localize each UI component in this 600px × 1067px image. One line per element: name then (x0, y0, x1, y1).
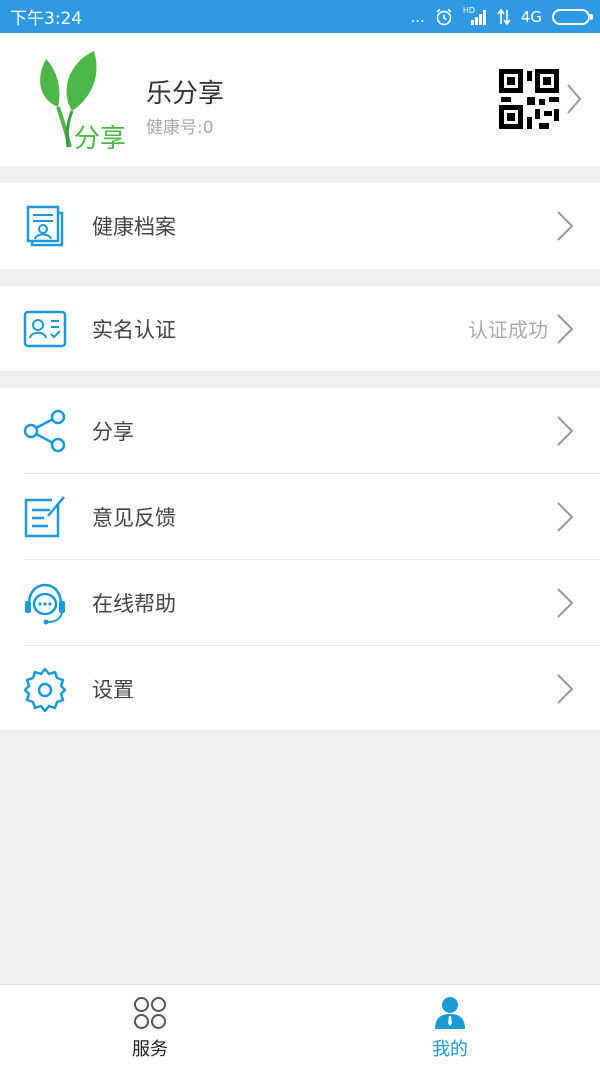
menu-item-health-records[interactable]: 健康档案 (0, 183, 600, 269)
menu-item-settings[interactable]: 设置 (0, 646, 600, 732)
menu-item-real-name[interactable]: 实名认证 认证成功 (0, 286, 600, 371)
online-help-label: 在线帮助 (92, 592, 176, 616)
signal-hd-icon: HD (463, 6, 487, 26)
status-bar: 下午3:24 ... HD 4G (0, 0, 600, 33)
real-name-status: 认证成功 (468, 318, 548, 342)
customer-service-icon (25, 583, 65, 625)
tab-mine[interactable]: 我的 (300, 985, 600, 1067)
feedback-label: 意见反馈 (92, 506, 176, 530)
bottom-tab-bar: 服务 我的 (0, 984, 600, 1067)
qr-code-icon[interactable] (499, 69, 559, 129)
network-type: 4G (520, 7, 542, 26)
menu-item-feedback[interactable]: 意见反馈 (0, 474, 600, 560)
health-records-icon (26, 205, 64, 247)
share-label: 分享 (92, 420, 134, 444)
tab-mine-label: 我的 (432, 1039, 468, 1060)
chevron-right-icon (557, 588, 574, 618)
id-card-icon (23, 310, 67, 348)
group-real-name: 实名认证 认证成功 (0, 286, 600, 371)
real-name-label: 实名认证 (92, 317, 176, 342)
chevron-right-icon (557, 674, 574, 704)
menu-item-share[interactable]: 分享 (0, 388, 600, 474)
services-grid-icon (134, 997, 166, 1029)
profile-chevron-icon (567, 84, 582, 114)
menu-item-online-help[interactable]: 在线帮助 (0, 560, 600, 646)
chevron-right-icon (557, 313, 574, 344)
group-general: 分享 意见反馈 在线帮助 设置 (0, 388, 600, 730)
chevron-right-icon (557, 416, 574, 446)
tab-services[interactable]: 服务 (0, 985, 300, 1067)
tab-services-label: 服务 (132, 1039, 168, 1060)
group-health-records: 健康档案 (0, 183, 600, 269)
status-indicators: ... HD 4G (410, 6, 593, 26)
feedback-icon (24, 496, 65, 538)
health-id: 健康号:0 (146, 118, 214, 138)
settings-label: 设置 (92, 678, 134, 702)
chevron-right-icon (557, 211, 574, 241)
notification-dots: ... (410, 7, 425, 26)
alarm-icon (436, 8, 452, 25)
profile-header[interactable]: 分享 乐分享 健康号:0 (0, 33, 600, 166)
gear-icon (23, 667, 67, 712)
user-icon (435, 997, 465, 1029)
profile-name: 乐分享 (146, 79, 225, 109)
share-icon (23, 409, 66, 453)
health-records-label: 健康档案 (92, 215, 176, 239)
data-transfer-icon (497, 8, 511, 25)
status-time: 下午3:24 (10, 9, 83, 29)
app-logo: 分享 (40, 51, 126, 151)
logo-text: 分享 (74, 124, 126, 151)
battery-icon (552, 8, 593, 25)
chevron-right-icon (557, 502, 574, 532)
